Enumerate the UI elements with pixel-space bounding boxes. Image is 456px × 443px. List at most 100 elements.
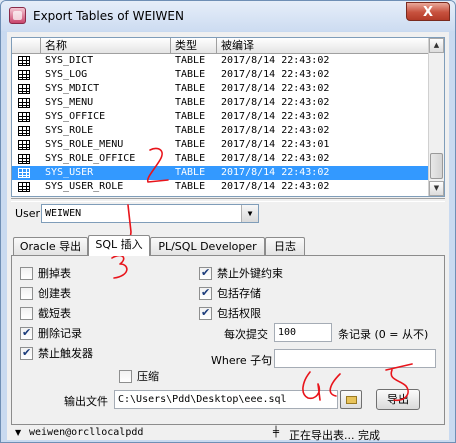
table-compiled-cell: 2017/8/14 22:43:02 [221,125,330,136]
folder-icon [346,396,357,404]
window-title: Export Tables of WEIWEN [33,9,184,23]
column-header-compiled[interactable]: 被编译 [217,38,430,53]
pin-icon: ╪ [273,427,280,438]
chevron-down-icon[interactable]: ▼ [241,205,258,222]
table-compiled-cell: 2017/8/14 22:43:02 [221,55,330,66]
table-type-cell: TABLE [175,125,206,136]
where-clause-label: Where 子句 [211,354,273,367]
table-name-cell: SYS_DICT [45,55,94,66]
table-icon [18,70,30,80]
checkbox-box [20,326,33,340]
commit-suffix-label: 条记录 (0 = 从不) [338,328,429,341]
triangle-down-icon[interactable]: ▼ [15,428,21,437]
table-type-cell: TABLE [175,97,206,108]
table-type-cell: TABLE [175,181,206,192]
splitter[interactable] [11,198,445,202]
create-tables-label: 创建表 [38,287,71,300]
table-name-cell: SYS_OFFICE [45,111,106,122]
checkbox-box [20,267,33,280]
tab-sql-insert[interactable]: SQL 插入 [88,235,150,256]
scroll-thumb[interactable] [430,153,443,179]
user-select-value: WEIWEN [45,208,82,219]
status-message: 正在导出表... 完成 [289,429,380,442]
table-list-rows: SYS_DICT TABLE 2017/8/14 22:43:02 SYS_LOG TA… [12,54,430,194]
table-compiled-cell: 2017/8/14 22:43:02 [221,167,330,178]
where-clause-input[interactable] [274,349,436,368]
checkbox-box [199,306,212,320]
table-type-cell: TABLE [175,153,206,164]
table-name-cell: SYS_LOG [45,69,88,80]
checkbox-box [20,346,33,360]
browse-button[interactable] [340,390,362,409]
table-row[interactable]: SYS_USER_ROLE TABLE 2017/8/14 22:43:02 [12,180,430,194]
column-header-name[interactable]: 名称 [41,38,171,53]
disable-fk-label: 禁止外键约束 [217,267,283,280]
table-type-cell: TABLE [175,139,206,150]
scroll-up-button[interactable]: ▲ [429,38,444,53]
table-row[interactable]: SYS_LOG TABLE 2017/8/14 22:43:02 [12,68,430,82]
include-privileges-label: 包括权限 [217,307,261,320]
output-file-input[interactable]: C:\Users\Pdd\Desktop\eee.sql [114,390,338,409]
table-type-cell: TABLE [175,83,206,94]
table-name-cell: SYS_ROLE_MENU [45,139,124,150]
table-row[interactable]: SYS_USER TABLE 2017/8/14 22:43:02 [12,166,430,180]
table-icon [18,56,30,66]
drop-tables-label: 删掉表 [38,267,71,280]
title-bar: Export Tables of WEIWEN X [1,1,455,31]
connection-label: weiwen@orcllocalpdd [29,427,144,438]
table-row[interactable]: SYS_MENU TABLE 2017/8/14 22:43:02 [12,96,430,110]
table-row[interactable]: SYS_OFFICE TABLE 2017/8/14 22:43:02 [12,110,430,124]
close-button[interactable]: X [406,2,450,21]
table-icon [18,140,30,150]
table-name-cell: SYS_MDICT [45,83,100,94]
table-icon [18,168,30,178]
table-compiled-cell: 2017/8/14 22:43:02 [221,111,330,122]
table-compiled-cell: 2017/8/14 22:43:02 [221,69,330,80]
output-file-label: 输出文件 [64,395,108,408]
user-label: User [15,207,41,220]
checkbox-box [20,307,33,320]
table-icon [18,112,30,122]
table-icon [18,84,30,94]
table-icon [18,98,30,108]
commit-label: 每次提交 [224,328,268,341]
user-select[interactable]: WEIWEN ▼ [41,204,259,223]
table-icon [18,154,30,164]
table-type-cell: TABLE [175,111,206,122]
table-icon [18,182,30,192]
delete-records-label: 删除记录 [38,327,82,340]
table-row[interactable]: SYS_ROLE TABLE 2017/8/14 22:43:02 [12,124,430,138]
table-compiled-cell: 2017/8/14 22:43:02 [221,153,330,164]
export-button[interactable]: 导出 [376,389,420,410]
disable-triggers-label: 禁止触发器 [38,347,93,360]
checkbox-box [20,287,33,300]
truncate-tables-label: 截短表 [38,307,71,320]
table-row[interactable]: SYS_DICT TABLE 2017/8/14 22:43:02 [12,54,430,68]
tab-bar: Oracle 导出 SQL 插入 PL/SQL Developer 日志 [13,235,445,256]
table-row[interactable]: SYS_ROLE_MENU TABLE 2017/8/14 22:43:01 [12,138,430,152]
table-list[interactable]: 名称 类型 被编译 SYS_DICT TABLE 2017/8/14 22:43:0… [11,37,445,197]
tab-oracle-export[interactable]: Oracle 导出 [13,237,88,255]
scroll-down-button[interactable]: ▼ [429,181,444,196]
include-storage-label: 包括存储 [217,287,261,300]
table-name-cell: SYS_ROLE_OFFICE [45,153,136,164]
export-tables-window: Export Tables of WEIWEN X 名称 类型 被编译 SYS_… [0,0,456,443]
table-row[interactable]: SYS_MDICT TABLE 2017/8/14 22:43:02 [12,82,430,96]
table-compiled-cell: 2017/8/14 22:43:01 [221,139,330,150]
table-name-cell: SYS_USER [45,167,94,178]
sql-insert-panel: 删掉表 创建表 截短表 删除记录 禁止触发器 禁止外键约束 [11,255,445,425]
tab-log[interactable]: 日志 [265,237,305,255]
table-compiled-cell: 2017/8/14 22:43:02 [221,97,330,108]
table-compiled-cell: 2017/8/14 22:43:02 [221,181,330,192]
column-header-type[interactable]: 类型 [171,38,217,53]
table-list-scrollbar[interactable]: ▲ ▼ [428,38,444,196]
column-header-icon[interactable] [12,38,41,53]
checkbox-box [199,286,212,300]
status-bar: ▼ weiwen@orcllocalpdd ╪ 正在导出表... 完成 [7,427,449,442]
table-name-cell: SYS_MENU [45,97,94,108]
commit-count-input[interactable]: 100 [274,323,332,342]
tab-plsql-developer[interactable]: PL/SQL Developer [150,237,265,255]
table-type-cell: TABLE [175,167,206,178]
table-name-cell: SYS_ROLE [45,125,94,136]
table-row[interactable]: SYS_ROLE_OFFICE TABLE 2017/8/14 22:43:02 [12,152,430,166]
